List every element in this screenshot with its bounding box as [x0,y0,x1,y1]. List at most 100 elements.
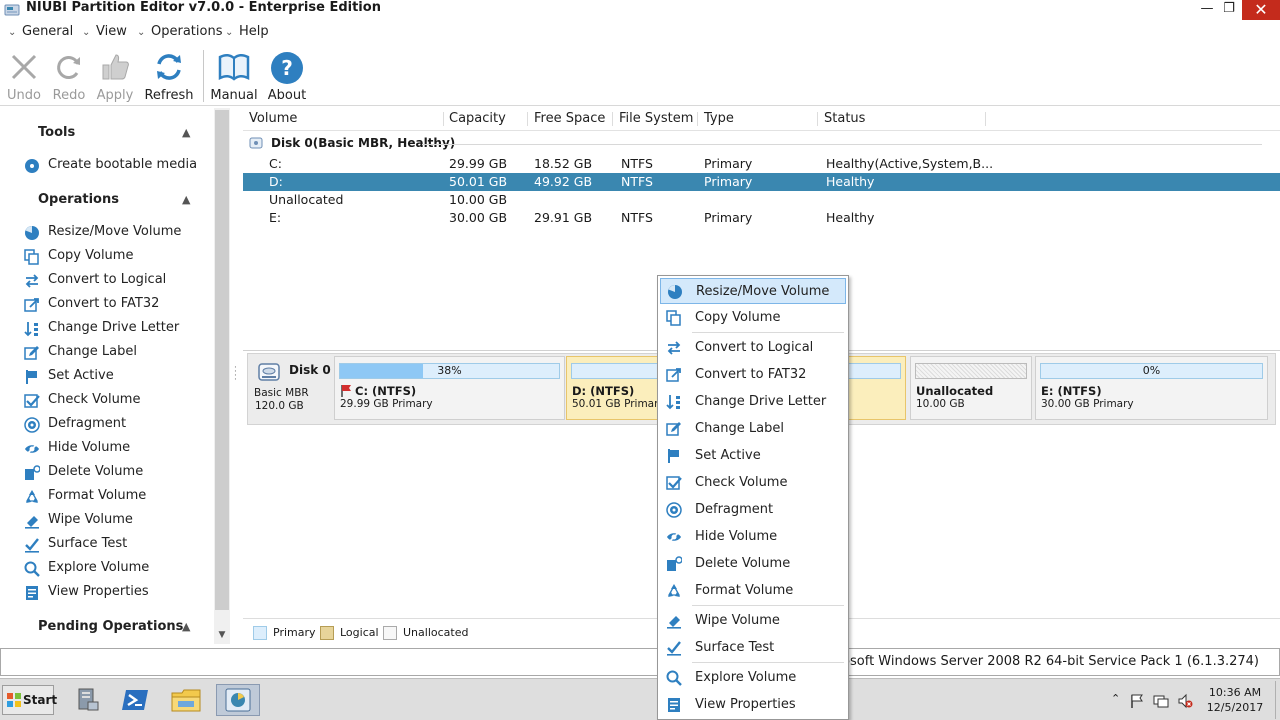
context-menu-item-check-volume[interactable]: Check Volume [660,470,846,496]
redo-icon [57,56,80,80]
column-file-system[interactable]: File System [619,110,693,128]
column-type[interactable]: Type [704,110,734,128]
close-button[interactable]: ✕ [1242,0,1280,20]
resize-icon [24,225,40,241]
sidebar-item-surface-test[interactable]: Surface Test [20,534,210,556]
column-volume[interactable]: Volume [249,110,297,128]
taskbar-file-explorer[interactable] [168,684,204,716]
cell-capacity: 50.01 GB [449,174,508,189]
convert-icon [666,340,682,356]
chevron-down-icon: ⌄ [8,27,17,38]
context-menu-item-hide-volume[interactable]: Hide Volume [660,524,846,550]
resize-icon [667,284,683,300]
unallocated-swatch [383,626,397,640]
table-row[interactable]: D: 50.01 GB 49.92 GB NTFS Primary Healthy [243,173,1280,191]
sidebar-item-change-label[interactable]: Change Label [20,342,210,364]
taskbar-powershell[interactable] [118,684,154,716]
scroll-down-icon[interactable]: ▼ [214,630,230,644]
sidebar-item-hide-volume[interactable]: Hide Volume [20,438,210,460]
context-menu-item-delete-volume[interactable]: Delete Volume [660,551,846,577]
column-free-space[interactable]: Free Space [534,110,605,128]
usage-bar: 0% [1040,363,1263,379]
column-status[interactable]: Status [824,110,865,128]
scrollbar-thumb[interactable] [215,110,229,610]
apply-button[interactable]: Apply [87,48,143,104]
partition-name: D: (NTFS) [572,384,635,398]
taskbar-server-manager[interactable] [70,684,106,716]
context-menu-item-wipe-volume[interactable]: Wipe Volume [660,608,846,634]
partition-c-ntfs[interactable]: 38% C: (NTFS) 29.99 GB Primary [334,356,565,420]
app-icon [4,4,20,16]
partition-detail: 10.00 GB [916,398,965,410]
cell-fs: NTFS [621,156,653,171]
context-menu-item-change-drive-letter[interactable]: Change Drive Letter [660,389,846,415]
disk-type: Basic MBR [254,387,309,399]
table-row[interactable]: Unallocated 10.00 GB [243,191,1280,209]
clock[interactable]: 10:36 AM 12/5/2017 [1195,685,1275,715]
menu-help[interactable]: ⌄ Help [225,22,269,42]
manual-button[interactable]: Manual [206,48,262,104]
cell-capacity: 30.00 GB [449,210,508,225]
start-button[interactable]: Start [2,685,57,715]
sidebar-item-convert-to-fat32[interactable]: Convert to FAT32 [20,294,210,316]
hide-icon [666,529,682,545]
column-capacity[interactable]: Capacity [449,110,506,128]
surface-test-icon [666,640,682,656]
partition-detail: 30.00 GB Primary [1041,398,1134,410]
toolbar-separator [203,50,204,102]
context-menu-item-set-active[interactable]: Set Active [660,443,846,469]
sidebar-item-create-bootable-media[interactable]: Create bootable media [20,155,210,177]
context-menu-item-surface-test[interactable]: Surface Test [660,635,846,661]
sidebar-item-explore-volume[interactable]: Explore Volume [20,558,210,580]
sidebar-item-change-drive-letter[interactable]: Change Drive Letter [20,318,210,340]
table-row[interactable]: C: 29.99 GB 18.52 GB NTFS Primary Healthy(Act… [243,155,1280,173]
disk-group-row[interactable]: Disk 0(Basic MBR, Healthy) [247,135,1277,153]
show-hidden-icons-icon[interactable]: ⌃ [1111,692,1120,705]
menu-general[interactable]: ⌄ General [8,22,73,42]
network-icon[interactable] [1153,693,1169,709]
sidebar-item-convert-to-logical[interactable]: Convert to Logical [20,270,210,292]
convert-fat32-icon [666,367,682,383]
sidebar-item-wipe-volume[interactable]: Wipe Volume [20,510,210,532]
flag-icon[interactable] [1129,693,1145,709]
collapse-operations-icon[interactable]: ▲ [182,193,190,206]
context-menu-item-resize-move-volume[interactable]: Resize/Move Volume [660,278,846,304]
show-desktop-button[interactable] [1275,681,1280,719]
collapse-pending-icon[interactable]: ▲ [182,620,190,633]
sidebar-scrollbar[interactable]: ▼ [214,108,230,644]
menu-view[interactable]: ⌄ View [82,22,127,42]
context-menu-item-change-label[interactable]: Change Label [660,416,846,442]
cell-volume: Unallocated [269,192,344,207]
thumbs-up-icon [102,54,129,80]
context-menu-item-format-volume[interactable]: Format Volume [660,578,846,604]
disk-card[interactable]: Disk 0 Basic MBR 120.0 GB [250,356,332,422]
sidebar-item-view-properties[interactable]: View Properties [20,582,210,604]
context-menu-item-explore-volume[interactable]: Explore Volume [660,665,846,691]
copy-icon [666,310,682,326]
volume-muted-icon[interactable] [1177,693,1193,709]
panel-splitter[interactable]: · · · · [231,108,243,644]
context-menu-item-convert-to-fat32[interactable]: Convert to FAT32 [660,362,846,388]
context-menu-item-convert-to-logical[interactable]: Convert to Logical [660,335,846,361]
collapse-tools-icon[interactable]: ▲ [182,126,190,139]
partition-unallocated[interactable]: Unallocated 10.00 GB [910,356,1032,420]
menu-operations[interactable]: ⌄ Operations [137,22,222,42]
cell-capacity: 10.00 GB [449,192,508,207]
context-menu-item-copy-volume[interactable]: Copy Volume [660,305,846,331]
context-menu-item-view-properties[interactable]: View Properties [660,692,846,718]
table-row[interactable]: E: 30.00 GB 29.91 GB NTFS Primary Healthy [243,209,1280,227]
taskbar-niubi-partition-editor[interactable] [216,684,260,716]
sidebar-item-set-active[interactable]: Set Active [20,366,210,388]
sidebar-item-defragment[interactable]: Defragment [20,414,210,436]
sidebar-item-delete-volume[interactable]: Delete Volume [20,462,210,484]
wipe-icon [666,613,682,629]
context-menu-item-defragment[interactable]: Defragment [660,497,846,523]
sidebar-item-format-volume[interactable]: Format Volume [20,486,210,508]
sidebar-item-copy-volume[interactable]: Copy Volume [20,246,210,268]
sidebar-item-check-volume[interactable]: Check Volume [20,390,210,412]
sidebar-item-resize-move-volume[interactable]: Resize/Move Volume [20,222,210,244]
partition-e-ntfs[interactable]: 0% E: (NTFS) 30.00 GB Primary [1035,356,1268,420]
about-button[interactable]: ? About [259,48,315,104]
refresh-button[interactable]: Refresh [141,48,197,104]
restore-button[interactable]: ❐ [1212,0,1246,20]
